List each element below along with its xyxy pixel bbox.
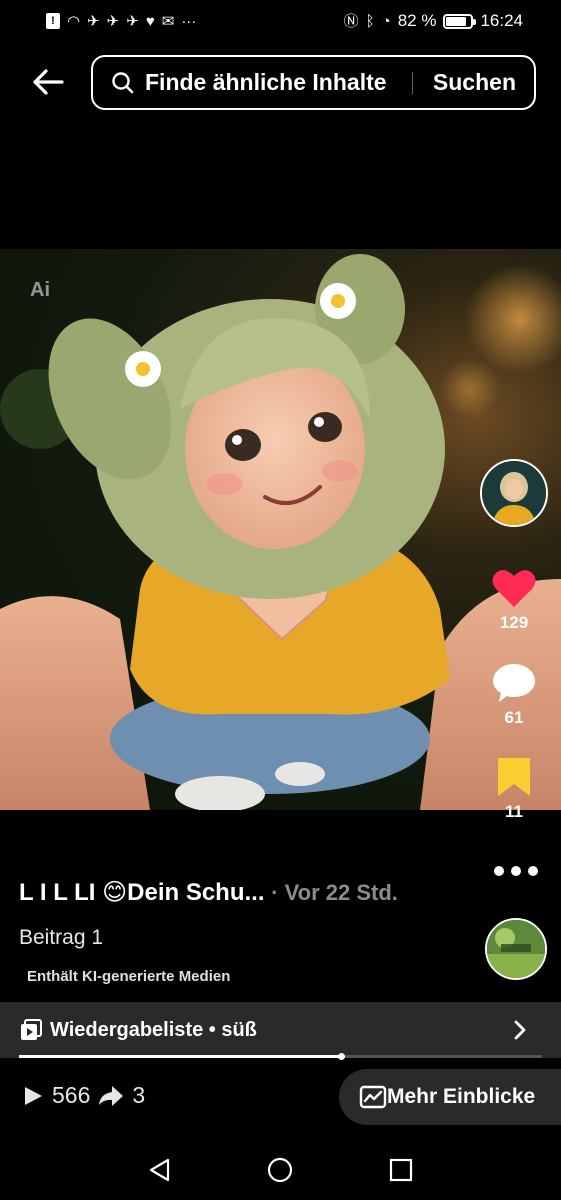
- post-stats: 566 3: [22, 1082, 145, 1109]
- like-button[interactable]: 129: [486, 567, 542, 633]
- share-count: 3: [132, 1082, 146, 1108]
- bluetooth-icon: ᛒ: [365, 12, 375, 30]
- search-button[interactable]: Suchen: [413, 69, 534, 96]
- status-bar: ! ◠ ✈ ✈ ✈ ♥ ✉ ··· Ⓝ ᛒ ◔ 82 % 16:24: [0, 0, 561, 42]
- nav-back-icon[interactable]: [147, 1157, 173, 1183]
- search-icon: [112, 71, 134, 93]
- chevron-right-icon: [514, 1020, 526, 1040]
- nav-home-icon[interactable]: [266, 1156, 294, 1184]
- more-dot-icon: [494, 866, 504, 876]
- comment-button[interactable]: 61: [486, 662, 542, 728]
- nfc-icon: Ⓝ: [343, 12, 359, 30]
- like-count: 129: [499, 613, 529, 632]
- more-dot-icon: [528, 866, 538, 876]
- comment-count: 61: [504, 708, 524, 727]
- app-notification-icon: ✉: [161, 12, 175, 30]
- heart-icon: [492, 570, 536, 607]
- status-icons-left: ! ◠ ✈ ✈ ✈ ♥ ✉ ···: [46, 13, 196, 29]
- video-media[interactable]: Ai: [0, 249, 561, 810]
- app-notification-icon: ✈: [87, 12, 100, 30]
- playlist-icon: [21, 1019, 42, 1040]
- more-notifications-icon: ···: [181, 12, 197, 30]
- sound-source-image: [487, 920, 545, 978]
- app-notification-icon: ✈: [106, 12, 120, 30]
- insights-button[interactable]: Mehr Einblicke: [339, 1069, 561, 1125]
- search-input[interactable]: Finde ähnliche Inhalte: [145, 69, 412, 96]
- speed-icon: ◔: [381, 12, 391, 30]
- post-label: Beitrag 1: [19, 926, 104, 949]
- girl-illustration: [0, 254, 561, 810]
- search-box[interactable]: Finde ähnliche Inhalte Suchen: [91, 55, 536, 110]
- back-button[interactable]: [28, 62, 68, 102]
- post-title-row[interactable]: L I L LI 😊Dein Schu... · Vor 22 Std.: [19, 878, 398, 907]
- nav-recents-icon[interactable]: [388, 1157, 414, 1183]
- playlist-label: Wiedergabeliste • süß: [50, 1018, 257, 1041]
- video-progress-fill: [19, 1055, 341, 1058]
- app-notification-icon: ✈: [126, 12, 139, 30]
- comment-icon: [493, 664, 535, 702]
- share-icon: [99, 1085, 124, 1106]
- save-count: 11: [505, 802, 523, 821]
- more-dot-icon: [511, 866, 521, 876]
- battery-percent: 82 %: [397, 11, 437, 30]
- creator-avatar[interactable]: [480, 459, 548, 527]
- post-time: · Vor 22 Std.: [271, 880, 398, 905]
- playlist-bar[interactable]: Wiedergabeliste • süß: [0, 1002, 561, 1058]
- status-icons-right: Ⓝ ᛒ ◔ 82 % 16:24: [344, 11, 523, 31]
- heart-notification-icon: ♥: [145, 12, 155, 30]
- play-count: 566: [52, 1082, 91, 1108]
- bookmark-icon: [498, 758, 530, 796]
- insights-label: Mehr Einblicke: [387, 1085, 536, 1108]
- ai-generated-notice[interactable]: Enthält KI-generierte Medien: [27, 968, 230, 985]
- creator-avatar-image: [482, 461, 546, 525]
- post-title[interactable]: L I L LI 😊Dein Schu...: [19, 879, 265, 906]
- video-progress-bar[interactable]: [19, 1053, 542, 1060]
- arrow-left-icon: [33, 69, 64, 95]
- sound-source-avatar[interactable]: [485, 918, 547, 980]
- notification-alert-icon: !: [46, 13, 60, 29]
- analytics-icon: [359, 1085, 387, 1109]
- more-options-button[interactable]: [494, 860, 538, 882]
- hotspot-icon: ◠: [67, 12, 81, 30]
- battery-icon: [443, 13, 477, 29]
- save-button[interactable]: 11: [486, 756, 542, 822]
- play-icon: [25, 1086, 42, 1105]
- video-progress-handle[interactable]: [337, 1053, 345, 1060]
- clock: 16:24: [480, 11, 523, 30]
- ai-badge: Ai: [30, 279, 50, 301]
- system-nav-bar: [0, 1140, 561, 1200]
